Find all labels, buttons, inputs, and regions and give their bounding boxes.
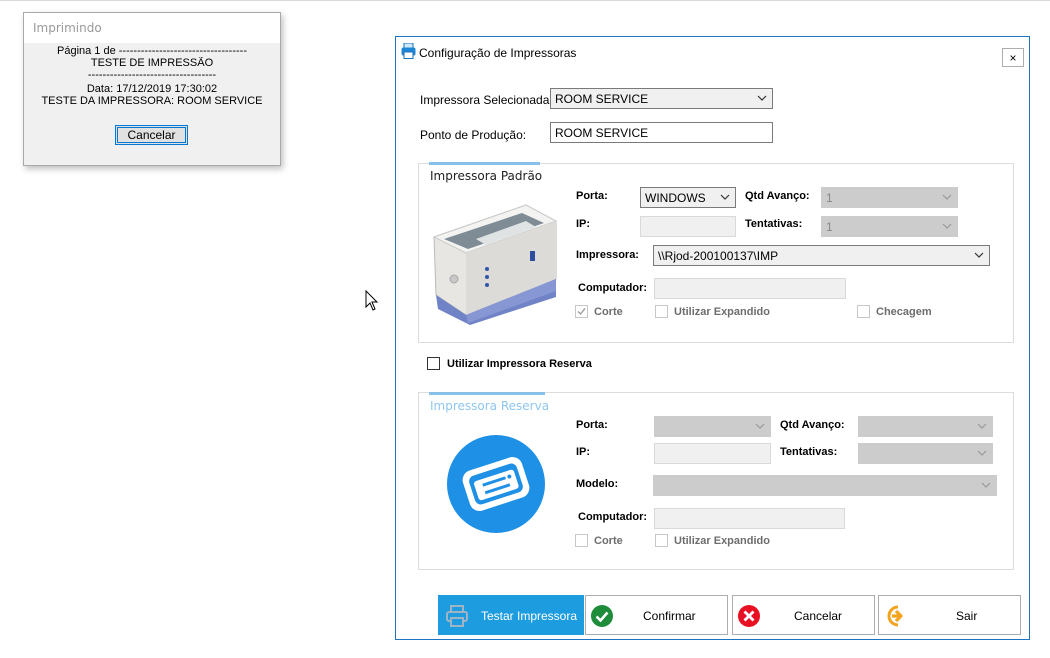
default-tentativas-value: 1 — [826, 220, 833, 234]
chevron-down-icon — [720, 194, 730, 200]
print-line-printer: TESTE DA IMPRESSORA: ROOM SERVICE — [41, 95, 263, 106]
backup-utilizar-expandido-label: Utilizar Expandido — [674, 535, 770, 547]
selected-printer-label: Impressora Selecionada: — [420, 93, 553, 107]
exit-label: Sair — [956, 609, 978, 623]
backup-corte-label: Corte — [594, 535, 623, 547]
cancel-circle-icon — [738, 605, 760, 627]
exit-button[interactable]: Sair — [878, 595, 1021, 635]
backup-printer-group-title: Impressora Reserva — [430, 399, 550, 413]
chevron-down-icon — [942, 223, 952, 229]
print-line-heading: TESTE DE IMPRESSÃO — [90, 57, 214, 69]
default-corte-label: Corte — [594, 306, 623, 318]
default-checagem-label: Checagem — [876, 306, 932, 318]
default-porta-label: Porta: — [576, 190, 608, 202]
selected-printer-value: ROOM SERVICE — [555, 92, 649, 106]
backup-modelo-select[interactable] — [653, 475, 997, 496]
default-checagem-checkbox[interactable] — [857, 305, 870, 318]
printer-config-dialog: Configuração de Impressoras × Impressora… — [395, 36, 1030, 640]
default-computador-label: Computador: — [578, 282, 648, 294]
backup-ip-input[interactable] — [654, 443, 771, 464]
print-line-separator: ----------------------------------- — [87, 69, 217, 81]
dialog-title-bar: Configuração de Impressoras — [396, 37, 1029, 67]
backup-corte-checkbox[interactable] — [575, 534, 588, 547]
confirm-label: Confirmar — [643, 609, 696, 623]
backup-porta-select[interactable] — [654, 416, 771, 437]
default-porta-value: WINDOWS — [645, 191, 706, 205]
chevron-down-icon — [757, 95, 767, 101]
backup-ip-label: IP: — [576, 446, 591, 458]
top-divider — [0, 0, 1050, 1]
cancel-label: Cancelar — [794, 609, 843, 623]
default-tentativas-label: Tentativas: — [745, 218, 803, 230]
backup-printer-group-accent — [429, 392, 545, 395]
close-button[interactable]: × — [1002, 48, 1024, 67]
default-impressora-label: Impressora: — [576, 249, 639, 261]
backup-tentativas-select[interactable] — [858, 443, 993, 464]
chevron-down-icon — [755, 423, 765, 429]
receipt-printer-icon — [447, 435, 545, 533]
chevron-down-icon — [942, 194, 952, 200]
default-printer-group-title: Impressora Padrão — [430, 169, 543, 183]
backup-computador-input[interactable] — [654, 508, 845, 529]
default-utilizar-expandido-label: Utilizar Expandido — [674, 306, 770, 318]
backup-qtd-avanco-select[interactable] — [858, 416, 993, 437]
dialog-title: Configuração de Impressoras — [419, 46, 577, 60]
default-qtd-avanco-label: Qtd Avanço: — [745, 190, 810, 202]
default-qtd-avanco-select[interactable]: 1 — [821, 187, 958, 208]
close-icon: × — [1009, 50, 1017, 65]
printer-photo-icon — [432, 204, 558, 325]
backup-computador-label: Computador: — [578, 511, 648, 523]
backup-utilizar-expandido-checkbox[interactable] — [655, 534, 668, 547]
default-impressora-select[interactable]: \\Rjod-200100137\IMP — [653, 245, 990, 266]
chevron-down-icon — [974, 252, 984, 258]
chevron-down-icon — [977, 450, 987, 456]
cancel-button[interactable]: Cancelar — [732, 595, 875, 635]
default-qtd-avanco-value: 1 — [826, 191, 833, 205]
printing-dialog-title: Imprimindo — [24, 13, 280, 43]
chevron-down-icon — [981, 482, 991, 488]
print-cancel-button[interactable]: Cancelar — [115, 125, 188, 145]
print-line-page: Página 1 de ----------------------------… — [57, 45, 247, 57]
backup-tentativas-label: Tentativas: — [780, 446, 838, 458]
default-ip-input[interactable] — [640, 216, 736, 237]
backup-porta-label: Porta: — [576, 419, 608, 431]
backup-modelo-label: Modelo: — [576, 478, 619, 490]
use-backup-printer-checkbox[interactable] — [427, 357, 440, 370]
production-point-input[interactable]: ROOM SERVICE — [550, 122, 773, 143]
printing-dialog: Imprimindo Página 1 de -----------------… — [23, 12, 281, 166]
printer-app-icon — [401, 43, 416, 59]
confirm-button[interactable]: Confirmar — [585, 595, 728, 635]
default-tentativas-select[interactable]: 1 — [821, 216, 958, 237]
default-impressora-value: \\Rjod-200100137\IMP — [658, 249, 779, 263]
printer-icon — [446, 605, 468, 627]
chevron-down-icon — [977, 423, 987, 429]
default-utilizar-expandido-checkbox[interactable] — [655, 305, 668, 318]
default-porta-select[interactable]: WINDOWS — [640, 187, 736, 208]
default-computador-input[interactable] — [654, 278, 846, 299]
print-line-date: Data: 17/12/2019 17:30:02 — [86, 83, 218, 95]
default-printer-group-accent — [429, 162, 540, 165]
default-corte-checkbox[interactable] — [575, 305, 588, 318]
check-circle-icon — [591, 605, 613, 627]
test-printer-label: Testar Impressora — [481, 609, 578, 623]
mouse-cursor-icon — [365, 290, 379, 311]
backup-qtd-avanco-label: Qtd Avanço: — [780, 419, 845, 431]
test-printer-button[interactable]: Testar Impressora — [438, 595, 584, 635]
use-backup-printer-label: Utilizar Impressora Reserva — [447, 358, 592, 370]
selected-printer-select[interactable]: ROOM SERVICE — [550, 88, 773, 109]
exit-icon — [887, 605, 903, 627]
check-icon — [577, 308, 586, 316]
default-ip-label: IP: — [576, 218, 591, 230]
production-point-label: Ponto de Produção: — [420, 128, 527, 142]
